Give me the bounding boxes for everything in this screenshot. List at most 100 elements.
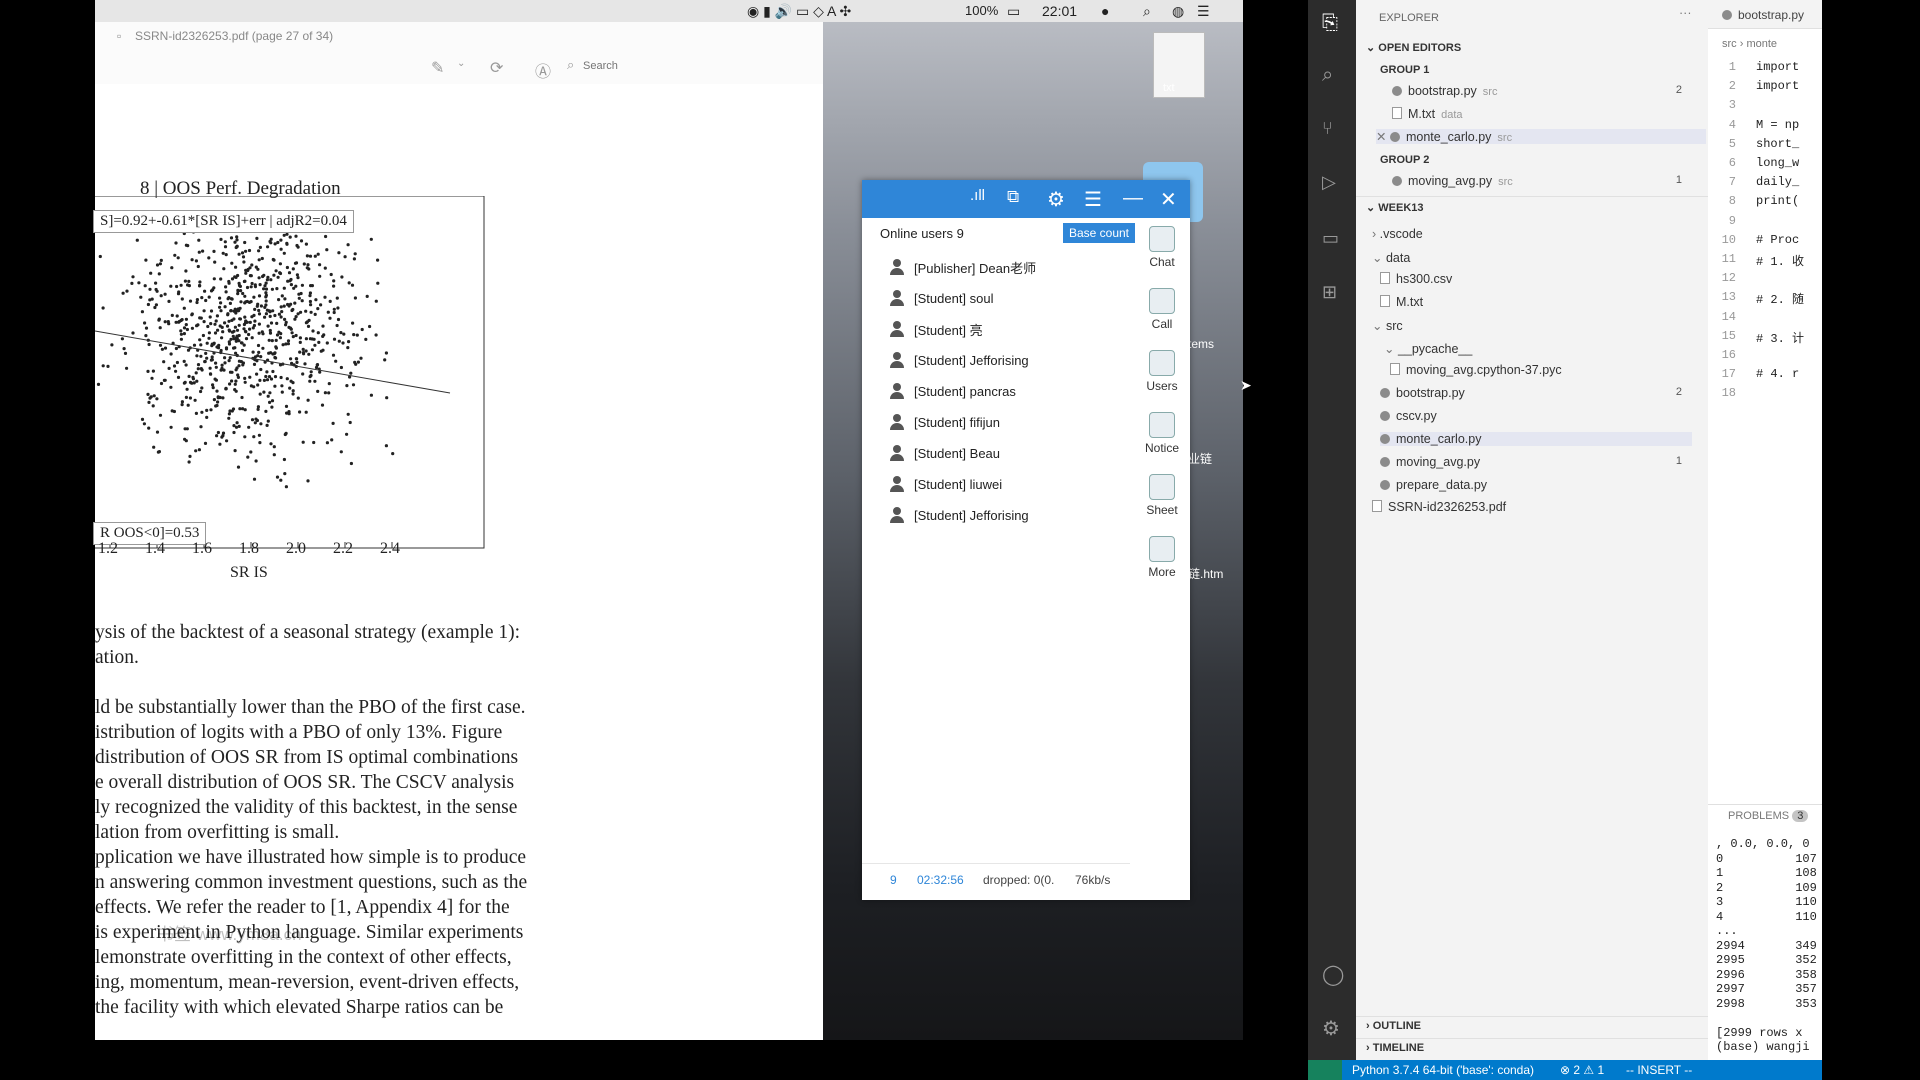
scatter-point <box>275 475 280 479</box>
scatter-point <box>158 262 162 266</box>
code-line[interactable]: short_ <box>1756 137 1799 151</box>
pdf-search-input[interactable] <box>581 56 805 76</box>
scatter-point <box>283 317 287 321</box>
spotlight-search-icon[interactable]: ⌕ <box>1143 3 1151 20</box>
user-list-item[interactable]: [Student] 亮 <box>890 318 983 340</box>
code-line[interactable]: M = np <box>1756 118 1799 132</box>
side-button-notice[interactable]: Notice <box>1140 412 1184 455</box>
timeline-header[interactable]: › TIMELINE <box>1366 1042 1424 1054</box>
side-button-users[interactable]: Users <box>1140 350 1184 393</box>
watermark-text: 书签·www.ym8a.cn <box>157 925 302 944</box>
code-line[interactable]: # 4. r <box>1756 367 1799 381</box>
tree-item[interactable]: moving_avg.py 1 <box>1380 455 1692 469</box>
code-line[interactable]: import <box>1756 60 1799 74</box>
pdf-search-field[interactable]: ⌕ <box>565 56 815 76</box>
open-editor-item[interactable]: bootstrap.py src 2 <box>1392 84 1692 98</box>
scatter-point <box>258 378 262 382</box>
manage-gear-icon[interactable]: ⚙ <box>1322 1016 1340 1041</box>
remote-indicator[interactable] <box>1308 1060 1342 1080</box>
tree-item[interactable]: monte_carlo.py <box>1380 432 1692 446</box>
tree-item[interactable]: ⌄ src <box>1372 318 1692 333</box>
tree-item[interactable]: hs300.csv <box>1380 272 1692 286</box>
source-control-icon[interactable]: ⑂ <box>1322 118 1333 139</box>
scatter-point <box>279 375 283 380</box>
code-line[interactable]: # Proc <box>1756 233 1799 247</box>
minimize-icon[interactable]: — <box>1123 187 1143 210</box>
code-line[interactable]: # 2. 随 <box>1756 290 1804 307</box>
code-line[interactable]: daily_ <box>1756 175 1799 189</box>
files-icon[interactable]: ⎘ <box>1322 12 1338 35</box>
more-actions-icon[interactable]: ··· <box>1679 6 1692 20</box>
terminal-line: 2994 349 <box>1716 938 1817 953</box>
tree-item[interactable]: M.txt <box>1380 295 1692 309</box>
scatter-point <box>239 341 244 345</box>
problems-indicator[interactable]: ⊗ 2 ⚠ 1 <box>1560 1063 1604 1077</box>
open-editors-header[interactable]: ⌄ OPEN EDITORS <box>1366 41 1461 54</box>
tree-item[interactable]: moving_avg.cpython-37.pyc <box>1390 363 1692 377</box>
code-line[interactable]: long_w <box>1756 156 1799 170</box>
gear-icon[interactable]: ⚙ <box>1047 187 1065 212</box>
side-button-chat[interactable]: Chat <box>1140 226 1184 269</box>
run-debug-icon[interactable]: ▷ <box>1322 172 1336 193</box>
code-line[interactable]: print( <box>1756 194 1799 208</box>
user-list-item[interactable]: [Student] fifijun <box>890 411 1000 433</box>
close-icon[interactable]: ✕ <box>1160 187 1177 212</box>
code-line[interactable]: # 1. 收 <box>1756 252 1804 269</box>
tree-item[interactable]: › .vscode <box>1372 227 1692 241</box>
problems-tab[interactable]: PROBLEMS 3 <box>1728 810 1809 822</box>
open-editor-item[interactable]: M.txt data <box>1392 106 1692 121</box>
markup-pen-icon[interactable]: ✎ <box>431 58 444 78</box>
tree-item[interactable]: SSRN-id2326253.pdf <box>1372 500 1692 514</box>
menu-icon[interactable]: ☰ <box>1084 187 1102 212</box>
user-list-item[interactable]: [Student] liuwei <box>890 473 1002 495</box>
close-icon[interactable]: ✕ <box>1376 130 1390 144</box>
line-number: 7 <box>1728 175 1736 190</box>
siri-icon[interactable]: ◍ <box>1172 3 1184 20</box>
annotate-icon[interactable]: Ⓐ <box>535 58 551 82</box>
open-editor-item[interactable]: ✕ monte_carlo.py src <box>1376 129 1706 144</box>
user-list-item[interactable]: [Student] Jefforising <box>890 504 1029 526</box>
scatter-point <box>195 300 199 305</box>
status-icons[interactable]: ◉ ▮ 🔊 ▭ ◇ A ✣ <box>747 3 851 20</box>
menubar-clock[interactable]: 22:01 <box>1042 3 1077 19</box>
editor-tab[interactable]: bootstrap.py <box>1722 8 1804 22</box>
side-button-more[interactable]: More <box>1140 536 1184 579</box>
user-list-item[interactable]: [Student] Beau <box>890 442 1000 464</box>
notification-center-icon[interactable]: ☰ <box>1197 3 1210 20</box>
scatter-point <box>227 416 231 420</box>
user-list-item[interactable]: [Student] pancras <box>890 380 1016 402</box>
workspace-header[interactable]: ⌄ WEEK13 <box>1366 201 1424 214</box>
user-list-item[interactable]: [Student] soul <box>890 287 994 309</box>
remote-explorer-icon[interactable]: ▭ <box>1322 228 1339 249</box>
user-icon[interactable]: ● <box>1101 3 1109 19</box>
screen-share-icon[interactable]: ⧉ <box>1007 187 1019 207</box>
search-icon[interactable]: ⌕ <box>1322 64 1333 87</box>
account-icon[interactable]: ◯ <box>1322 962 1344 987</box>
tree-item[interactable]: bootstrap.py 2 <box>1380 386 1692 400</box>
scatter-point <box>308 337 312 341</box>
rotate-icon[interactable]: ⟳ <box>490 58 503 78</box>
battery-icon[interactable]: ▭ <box>1007 3 1020 20</box>
text-file-icon[interactable] <box>1153 32 1205 98</box>
tree-item[interactable]: prepare_data.py <box>1380 478 1692 492</box>
chevron-down-icon[interactable]: ⌄ <box>457 58 465 69</box>
breadcrumb[interactable]: src › monte <box>1722 38 1777 50</box>
scatter-point <box>246 268 250 273</box>
side-button-sheet[interactable]: Sheet <box>1140 474 1184 517</box>
code-line[interactable]: # 3. 计 <box>1756 329 1804 346</box>
tree-item[interactable]: ⌄ data <box>1372 250 1692 265</box>
scatter-point <box>332 284 336 288</box>
side-button-call[interactable]: Call <box>1140 288 1184 331</box>
code-line[interactable]: import <box>1756 79 1799 93</box>
user-list-item[interactable]: [Publisher] Dean老师 <box>890 256 1036 278</box>
open-editor-item[interactable]: moving_avg.py src 1 <box>1392 174 1692 188</box>
python-interpreter[interactable]: Python 3.7.4 64-bit ('base': conda) <box>1352 1063 1534 1077</box>
tree-item[interactable]: ⌄ __pycache__ <box>1384 341 1692 356</box>
tree-item[interactable]: cscv.py <box>1380 409 1692 423</box>
base-count-button[interactable]: Base count <box>1063 223 1135 243</box>
user-list-item[interactable]: [Student] Jefforising <box>890 349 1029 371</box>
scatter-point <box>209 358 213 362</box>
pdf-doc-icon: ▫ <box>117 29 122 43</box>
outline-header[interactable]: › OUTLINE <box>1366 1020 1421 1032</box>
extensions-icon[interactable]: ⊞ <box>1322 282 1337 303</box>
